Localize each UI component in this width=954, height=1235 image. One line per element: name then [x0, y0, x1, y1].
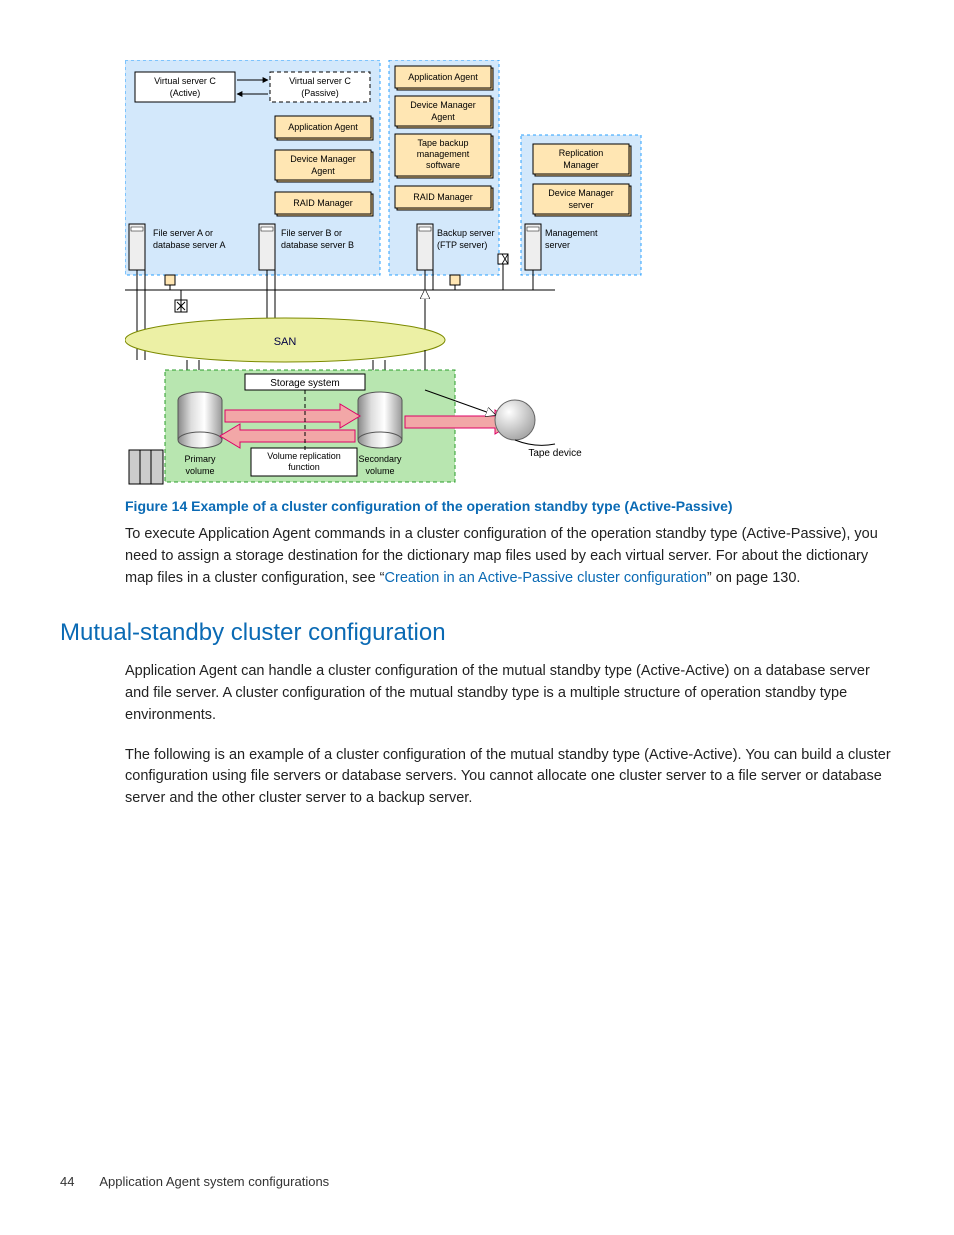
svg-text:Virtual server C: Virtual server C — [154, 76, 216, 86]
para1-text-b: ” on page 130. — [707, 570, 801, 586]
storage-array-icon — [129, 450, 163, 484]
svg-text:Device Manager: Device Manager — [548, 188, 614, 198]
svg-text:database server A: database server A — [153, 240, 226, 250]
svg-text:Tape device: Tape device — [528, 448, 582, 459]
section-heading: Mutual-standby cluster configuration — [60, 619, 894, 647]
mgmt-rep-box: Replication Manager — [533, 144, 631, 176]
paragraph-3: The following is an example of a cluster… — [125, 745, 894, 810]
svg-text:Management: Management — [545, 228, 598, 238]
svg-text:File server A or: File server A or — [153, 228, 213, 238]
svg-text:RAID Manager: RAID Manager — [413, 192, 473, 202]
svg-text:software: software — [426, 160, 460, 170]
primary-volume: Primary volume — [178, 392, 222, 476]
svg-text:Agent: Agent — [431, 112, 455, 122]
svg-text:Primary: Primary — [185, 454, 216, 464]
virtual-server-passive: Virtual server C (Passive) — [270, 72, 370, 102]
backup-raid-box: RAID Manager — [395, 186, 493, 210]
svg-text:(Passive): (Passive) — [301, 88, 339, 98]
san-label: SAN — [274, 336, 297, 348]
svg-text:database server B: database server B — [281, 240, 354, 250]
footer-title: Application Agent system configurations — [99, 1174, 329, 1189]
secondary-volume: Secondary volume — [358, 392, 402, 476]
svg-text:management: management — [417, 149, 470, 159]
page-number: 44 — [60, 1174, 74, 1189]
svg-text:Agent: Agent — [311, 166, 335, 176]
svg-text:(FTP server): (FTP server) — [437, 240, 487, 250]
svg-text:(Active): (Active) — [170, 88, 201, 98]
svg-text:server: server — [568, 200, 593, 210]
svg-text:Application Agent: Application Agent — [408, 72, 478, 82]
svg-text:Device Manager: Device Manager — [410, 100, 476, 110]
svg-text:File server B or: File server B or — [281, 228, 342, 238]
backup-app-agent-box: Application Agent — [395, 66, 493, 90]
svg-text:volume: volume — [185, 466, 214, 476]
cluster-diagram: Virtual server C (Active) Virtual server… — [125, 60, 685, 490]
svg-text:Backup server: Backup server — [437, 228, 495, 238]
svg-text:Virtual server C: Virtual server C — [289, 76, 351, 86]
svg-text:Device Manager: Device Manager — [290, 154, 356, 164]
svg-text:Tape backup: Tape backup — [417, 138, 468, 148]
mgmt-dev-box: Device Manager server — [533, 184, 631, 216]
svg-text:Application Agent: Application Agent — [288, 122, 358, 132]
cluster1-app-agent-box: Application Agent — [275, 116, 373, 140]
svg-text:Replication: Replication — [559, 148, 604, 158]
figure-14: Virtual server C (Active) Virtual server… — [125, 60, 894, 589]
cluster1-devmgr-box: Device Manager Agent — [275, 150, 373, 182]
svg-text:server: server — [545, 240, 570, 250]
figure-caption: Figure 14 Example of a cluster configura… — [125, 498, 894, 514]
backup-devmgr-box: Device Manager Agent — [395, 96, 493, 128]
cross-ref-link[interactable]: Creation in an Active-Passive cluster co… — [385, 570, 707, 586]
svg-text:Manager: Manager — [563, 160, 599, 170]
paragraph-2: Application Agent can handle a cluster c… — [125, 661, 894, 726]
document-page: Virtual server C (Active) Virtual server… — [0, 0, 954, 1235]
svg-text:function: function — [288, 462, 320, 472]
page-footer: 44 Application Agent system configuratio… — [60, 1174, 329, 1189]
virtual-server-active: Virtual server C (Active) — [135, 72, 235, 102]
backup-tape-box: Tape backup management software — [395, 134, 493, 178]
storage-title: Storage system — [270, 378, 339, 389]
cluster1-raid-box: RAID Manager — [275, 192, 373, 216]
paragraph-1: To execute Application Agent commands in… — [125, 524, 894, 589]
svg-text:Volume replication: Volume replication — [267, 451, 341, 461]
svg-text:volume: volume — [365, 466, 394, 476]
svg-text:RAID Manager: RAID Manager — [293, 198, 353, 208]
tape-device: Tape device — [495, 400, 582, 459]
svg-text:Secondary: Secondary — [358, 454, 402, 464]
